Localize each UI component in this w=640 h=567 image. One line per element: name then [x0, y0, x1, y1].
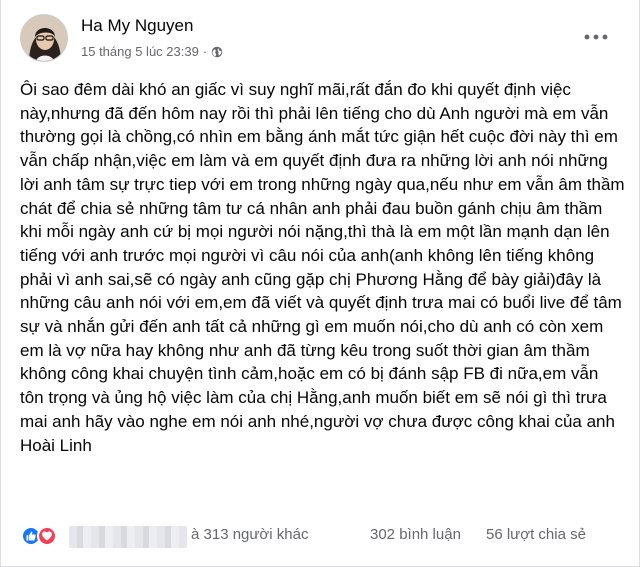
globe-icon — [211, 46, 223, 57]
post-text: Ôi sao đêm dài khó an giấc vì suy nghĩ m… — [20, 80, 625, 455]
author-name[interactable]: Ha My Nguyen — [81, 16, 193, 36]
meta-separator: · — [202, 44, 208, 59]
avatar[interactable] — [20, 14, 68, 62]
post-meta: 15 tháng 5 lúc 23:39 · — [81, 44, 223, 59]
post-card: Ha My Nguyen 15 tháng 5 lúc 23:39 · Ôi s… — [0, 0, 640, 567]
avatar-photo — [21, 15, 67, 61]
more-options-button[interactable] — [583, 30, 609, 41]
more-icon — [584, 34, 608, 40]
shares-count[interactable]: 56 lượt chia sẻ — [486, 526, 586, 543]
post-footer: à 313 người khác 302 bình luận 56 lượt c… — [1, 520, 640, 554]
comments-count[interactable]: 302 bình luận — [370, 526, 461, 543]
love-icon — [37, 526, 57, 546]
reactions-count[interactable]: à 313 người khác — [191, 526, 308, 543]
post-timestamp[interactable]: 15 tháng 5 lúc 23:39 — [81, 44, 199, 59]
redacted-names — [69, 526, 187, 548]
reaction-summary[interactable] — [21, 526, 57, 546]
